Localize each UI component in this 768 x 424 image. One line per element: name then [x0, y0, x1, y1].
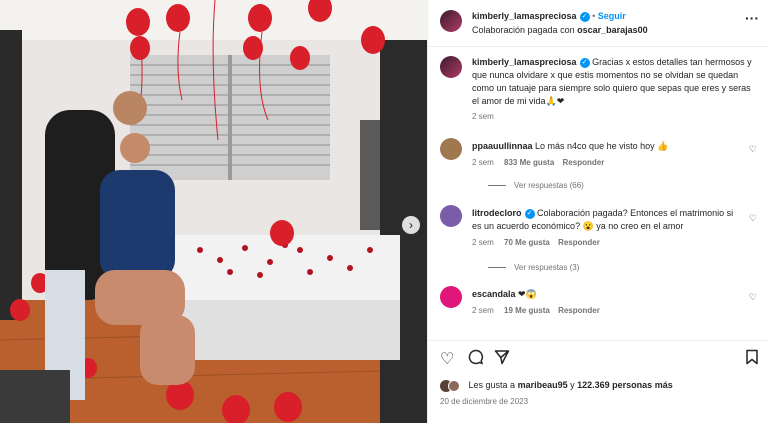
comment-avatar[interactable]	[440, 138, 462, 160]
comment-avatar[interactable]	[440, 205, 462, 227]
verified-badge-icon: ✓	[524, 208, 535, 219]
comment-item: escandala ❤😱 2 sem 19 Me gusta Responder…	[440, 286, 765, 328]
comment-time: 2 sem	[472, 158, 494, 167]
send-icon[interactable]	[494, 349, 510, 370]
author-avatar[interactable]	[440, 10, 462, 32]
comment-text: Lo más n4co que he visto hoy 👍	[535, 141, 669, 151]
comment-likes[interactable]: 70 Me gusta	[504, 238, 550, 247]
comment-username[interactable]: ppaauullinnaa	[472, 141, 533, 151]
comment-item: litrodecloro ✓ Colaboración pagada? Enton…	[440, 205, 765, 277]
post-header: kimberly_lamaspreciosa ✓ • Seguir Colabor…	[428, 0, 768, 47]
follow-button[interactable]: Seguir	[598, 11, 626, 21]
reply-button[interactable]: Responder	[558, 238, 600, 247]
comment-like-heart-icon[interactable]: ♡	[749, 292, 757, 303]
caption-time: 2 sem	[472, 112, 494, 121]
post-date[interactable]: 20 de diciembre de 2023	[440, 397, 528, 406]
comment-likes[interactable]: 833 Me gusta	[504, 158, 554, 167]
likes-count[interactable]: 122.369 personas más	[577, 380, 673, 390]
partner-username[interactable]: oscar_barajas00	[577, 25, 648, 35]
more-options-icon[interactable]: ···	[745, 10, 759, 26]
comment-username[interactable]: litrodecloro	[472, 208, 522, 218]
comment-time: 2 sem	[472, 238, 494, 247]
likes-prefix: Les gusta a	[468, 380, 516, 390]
reply-button[interactable]: Responder	[563, 158, 605, 167]
action-bar: ♡ Les gusta a maribeau95 y 122.369 perso…	[428, 340, 768, 424]
liker-username[interactable]: maribeau95	[518, 380, 568, 390]
reply-button[interactable]: Responder	[558, 306, 600, 315]
comment-time: 2 sem	[472, 306, 494, 315]
caption-avatar[interactable]	[440, 56, 462, 78]
caption-username[interactable]: kimberly_lamaspreciosa	[472, 57, 577, 67]
comment-likes[interactable]: 19 Me gusta	[504, 306, 550, 315]
comment-avatar[interactable]	[440, 286, 462, 308]
view-replies-button[interactable]: Ver respuestas (66)	[488, 181, 584, 190]
view-replies-button[interactable]: Ver respuestas (3)	[488, 263, 579, 272]
post-photo: ›	[0, 0, 427, 423]
verified-badge-icon: ✓	[579, 11, 590, 22]
comment-icon[interactable]	[468, 349, 484, 370]
comment-username[interactable]: escandala	[472, 289, 516, 299]
caption: kimberly_lamaspreciosa ✓ Gracias x estos …	[440, 56, 760, 121]
carousel-next-button[interactable]: ›	[402, 216, 420, 234]
paid-partnership-label: Colaboración pagada con	[472, 25, 575, 35]
author-username[interactable]: kimberly_lamaspreciosa	[472, 11, 577, 21]
verified-badge-icon: ✓	[579, 57, 590, 68]
bookmark-icon[interactable]	[745, 349, 759, 370]
comment-item: ppaauullinnaa Lo más n4co que he visto h…	[440, 138, 765, 196]
post-photo-image	[0, 0, 427, 423]
comment-like-heart-icon[interactable]: ♡	[749, 144, 757, 155]
comment-text: ❤😱	[518, 289, 537, 299]
liker-avatars[interactable]	[440, 379, 466, 392]
likes-middle: y	[570, 380, 575, 390]
post-detail-panel: kimberly_lamaspreciosa ✓ • Seguir Colabor…	[427, 0, 768, 424]
comment-like-heart-icon[interactable]: ♡	[749, 213, 757, 224]
heart-icon[interactable]: ♡	[440, 349, 454, 369]
